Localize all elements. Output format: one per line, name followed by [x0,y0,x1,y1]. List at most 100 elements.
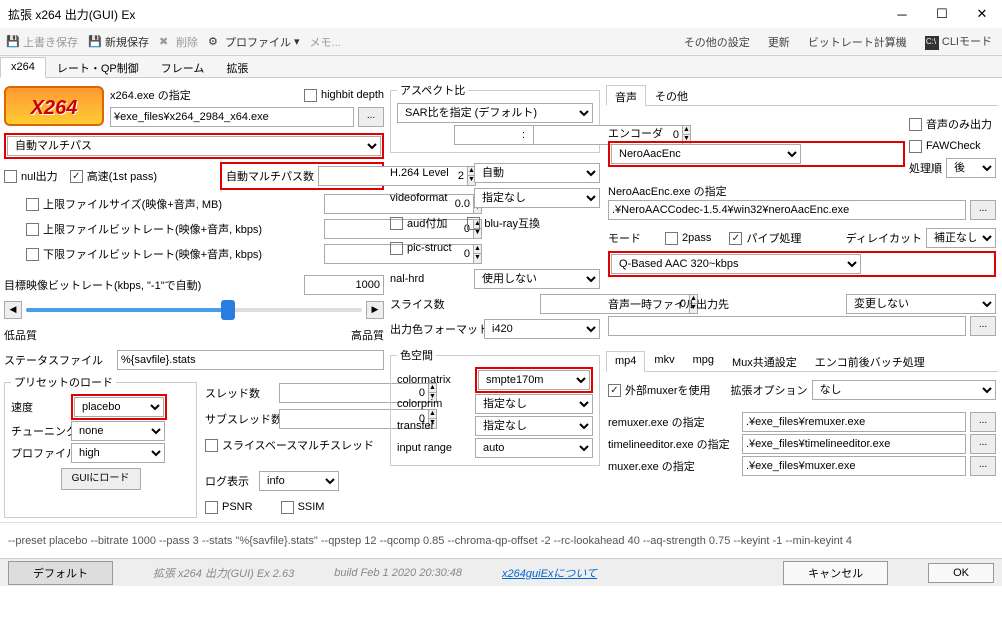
encoder-select[interactable]: NeroAacEnc [611,144,801,164]
tab-audio[interactable]: 音声 [606,85,646,106]
fast1pass-checkbox[interactable] [70,170,83,183]
tuning-label: チューニング [11,423,67,439]
tab-mpg[interactable]: mpg [684,350,723,371]
psnr-check[interactable] [205,501,218,514]
audioexe-path[interactable] [608,200,966,220]
pipe-check[interactable] [729,232,742,245]
transfer-select[interactable]: 指定なし [475,416,593,436]
save-button[interactable]: 💾上書き保存 [6,34,78,50]
audioonly-label: 音声のみ出力 [926,116,992,132]
outcolor-select[interactable]: i420 [484,319,600,339]
h264level-select[interactable]: 自動 [474,163,600,183]
colorprim-select[interactable]: 指定なし [475,394,593,414]
extopt-select[interactable]: なし [812,380,996,400]
audiomode-label: モード [608,230,641,246]
tab-mux-common[interactable]: Mux共通設定 [723,350,806,371]
bluray-check[interactable] [467,217,480,230]
minimize-button[interactable]: ─ [882,0,922,28]
nalhrd-select[interactable]: 使用しない [474,269,600,289]
ok-button[interactable]: OK [928,563,994,583]
extmux-check[interactable] [608,384,621,397]
fsize-check[interactable] [26,198,39,211]
slicethread-check[interactable] [205,439,218,452]
update-link[interactable]: 更新 [764,34,794,50]
2pass-label: 2pass [682,232,711,244]
lbit-label: 下限ファイルビットレート(映像+音声, kbps) [43,246,262,262]
highbit-checkbox[interactable] [304,89,317,102]
tmpout-select[interactable]: 変更しない [846,294,996,314]
tab-mkv[interactable]: mkv [645,350,683,371]
transfer-label: transfer [397,420,471,432]
tmpout-path[interactable] [608,316,966,336]
muxer-browse[interactable]: ... [970,456,996,476]
quality-slider-right[interactable]: ▶ [366,301,384,319]
tab-audio-other[interactable]: その他 [646,84,697,105]
x264exe-path[interactable] [110,107,354,127]
memo-button[interactable]: メモ... [310,34,341,50]
statusfile-input[interactable] [117,350,384,370]
quality-slider-left[interactable]: ◀ [4,301,22,319]
profile-menu[interactable]: ⚙プロファイル ▾ [208,34,300,50]
x264exe-label: x264.exe の指定 [110,87,191,103]
tuning-select[interactable]: none [71,421,165,441]
quality-slider[interactable] [26,300,362,320]
target-bitrate[interactable] [304,275,384,295]
muxer-path[interactable] [742,456,966,476]
lbit-check[interactable] [26,248,39,261]
log-label: ログ表示 [205,473,255,489]
cancel-button[interactable]: キャンセル [783,561,888,585]
picstruct-check[interactable] [390,242,403,255]
maximize-button[interactable]: ☐ [922,0,962,28]
timelineeditor-browse[interactable]: ... [970,434,996,454]
about-link[interactable]: x264guiExについて [502,565,597,581]
save-as-button[interactable]: 💾新規保存 [88,34,149,50]
delay-select[interactable]: 補正なし [926,228,996,248]
cli-mode-link[interactable]: C:\ CLIモード [921,33,996,49]
tab-frame[interactable]: フレーム [150,56,216,77]
slices-label: スライス数 [390,296,470,312]
high-q-label: 高品質 [351,327,384,343]
colorprim-label: colorprim [397,398,471,410]
tab-x264[interactable]: x264 [0,57,46,78]
tab-rateqp[interactable]: レート・QP制御 [46,56,150,77]
default-button[interactable]: デフォルト [8,561,113,585]
tmpout-label: 音声一時ファイル出力先 [608,296,729,312]
timelineeditor-path[interactable] [742,434,966,454]
audioonly-check[interactable] [909,118,922,131]
other-settings-link[interactable]: その他の設定 [680,34,754,50]
aspect-legend: アスペクト比 [397,82,468,98]
audio-quality-select[interactable]: Q-Based AAC 320~kbps [611,254,861,274]
audioexe-browse[interactable]: ... [970,200,996,220]
ssim-check[interactable] [281,501,294,514]
bitrate-calc-link[interactable]: ビットレート計算機 [804,34,911,50]
colormatrix-select[interactable]: smpte170m [478,370,590,390]
tab-batch[interactable]: エンコ前後バッチ処理 [806,350,934,371]
remuxer-browse[interactable]: ... [970,412,996,432]
videoformat-select[interactable]: 指定なし [474,188,600,208]
x264exe-browse[interactable]: ... [358,107,384,127]
audio-tabs: 音声 その他 [606,84,998,106]
profile-select[interactable]: high [71,443,165,463]
tab-ext[interactable]: 拡張 [215,56,259,77]
ssim-label: SSIM [298,501,325,513]
log-select[interactable]: info [259,471,339,491]
tmpout-browse[interactable]: ... [970,316,996,336]
inputrange-select[interactable]: auto [475,438,593,458]
tab-mp4[interactable]: mp4 [606,351,645,372]
aud-check[interactable] [390,217,403,230]
order-select[interactable]: 後 [946,158,996,178]
remuxer-path[interactable] [742,412,966,432]
faw-check[interactable] [909,140,922,153]
aud-label: aud付加 [407,215,447,231]
speed-select[interactable]: placebo [74,397,164,417]
aspect-mode-select[interactable]: SAR比を指定 (デフォルト) [397,103,593,123]
close-button[interactable]: ✕ [962,0,1002,28]
delete-button[interactable]: ✖削除 [159,34,198,50]
gui-load-button[interactable]: GUIにロード [61,468,141,490]
multipass-select[interactable]: 自動マルチパス [7,136,381,156]
2pass-check[interactable] [665,232,678,245]
nul-checkbox[interactable] [4,170,17,183]
preset-legend: プリセットのロード [11,374,116,390]
nul-label: nul出力 [21,168,58,184]
ubit-check[interactable] [26,223,39,236]
